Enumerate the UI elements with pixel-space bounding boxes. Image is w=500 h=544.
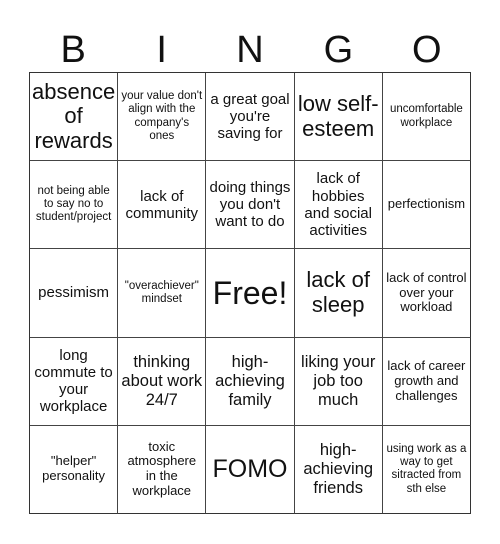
header-letter-o: O: [412, 29, 442, 71]
bingo-cell[interactable]: uncomfortable workplace: [382, 73, 471, 162]
bingo-cell[interactable]: low self-esteem: [294, 73, 383, 162]
bingo-cell[interactable]: pessimism: [30, 249, 119, 338]
bingo-cell[interactable]: liking your job too much: [294, 337, 383, 426]
bingo-cell[interactable]: lack of hobbies and social activities: [294, 161, 383, 250]
bingo-cell[interactable]: not being able to say no to student/proj…: [30, 161, 119, 250]
bingo-cell[interactable]: lack of sleep: [294, 249, 383, 338]
header-letter-b: B: [60, 29, 86, 71]
bingo-cell[interactable]: lack of control over your workload: [382, 249, 471, 338]
free-space-cell[interactable]: Free!: [206, 249, 295, 338]
bingo-board: absence of rewards your value don't alig…: [29, 72, 471, 514]
bingo-cell[interactable]: "helper" personality: [30, 425, 119, 514]
bingo-cell[interactable]: long commute to your workplace: [30, 337, 119, 426]
header-letter-i: I: [156, 29, 167, 71]
bingo-cell[interactable]: perfectionism: [382, 161, 471, 250]
bingo-cell[interactable]: lack of community: [118, 161, 207, 250]
bingo-header: B I N G O: [29, 28, 471, 72]
bingo-cell[interactable]: "overachiever" mindset: [118, 249, 207, 338]
bingo-cell[interactable]: doing things you don't want to do: [206, 161, 295, 250]
bingo-cell[interactable]: using work as a way to get sitracted fro…: [382, 425, 471, 514]
bingo-cell[interactable]: thinking about work 24/7: [118, 337, 207, 426]
header-letter-n: N: [236, 29, 264, 71]
header-letter-g: G: [323, 29, 354, 71]
bingo-cell[interactable]: FOMO: [206, 425, 295, 514]
bingo-cell[interactable]: a great goal you're saving for: [206, 73, 295, 162]
bingo-cell[interactable]: your value don't align with the company'…: [118, 73, 207, 162]
bingo-cell[interactable]: high-achieving friends: [294, 425, 383, 514]
bingo-cell[interactable]: toxic atmosphere in the workplace: [118, 425, 207, 514]
bingo-cell[interactable]: lack of career growth and challenges: [382, 337, 471, 426]
bingo-cell[interactable]: high-achieving family: [206, 337, 295, 426]
bingo-cell[interactable]: absence of rewards: [30, 73, 119, 162]
